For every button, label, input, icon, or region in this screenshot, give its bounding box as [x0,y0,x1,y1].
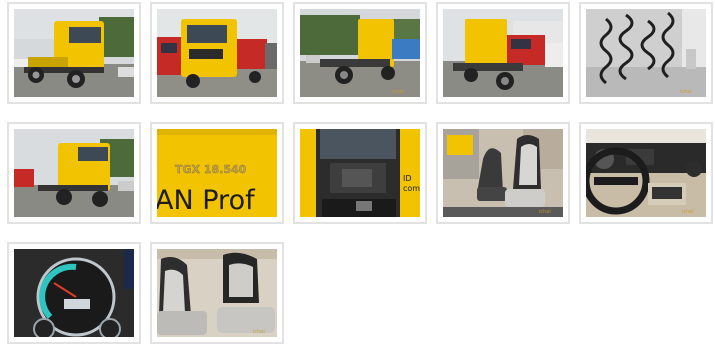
truck-front-left-photo [14,9,134,97]
photo-thumbnail-7[interactable]: TGX 18.540 AN Prof [150,122,284,224]
photo-gallery: ichal ichal TGX 18.540 AN Prof ID com ic… [7,2,715,344]
model-badge-text: TGX 18.540 [175,163,247,176]
truck-front-photo [157,9,277,97]
photo-thumbnail-2[interactable] [150,2,284,104]
truck-yard-photo [14,129,134,217]
cab-door-open-photo: ID com [300,129,420,217]
svg-text:ichal: ichal [682,209,694,215]
truck-rear-photo [443,9,563,97]
svg-text:ichal: ichal [392,89,404,95]
photo-thumbnail-12[interactable]: ichal [150,242,284,344]
svg-text:ichal: ichal [539,209,551,215]
side-lettering-photo: TGX 18.540 AN Prof [157,129,277,217]
photo-thumbnail-3[interactable]: ichal [293,2,427,104]
photo-thumbnail-4[interactable] [436,2,570,104]
photo-thumbnail-11[interactable] [7,242,141,344]
coil-hoses-photo: ichal [586,9,706,97]
photo-thumbnail-1[interactable] [7,2,141,104]
photo-thumbnail-6[interactable] [7,122,141,224]
rear-seats-photo: ichal [157,249,277,337]
photo-thumbnail-9[interactable]: ichal [436,122,570,224]
side-lettering-text: AN Prof [157,185,256,216]
photo-thumbnail-8[interactable]: ID com [293,122,427,224]
photo-thumbnail-10[interactable]: ichal [579,122,713,224]
dashboard-photo: ichal [586,129,706,217]
instrument-cluster-photo [14,249,134,337]
truck-rear-left-photo: ichal [300,9,420,97]
svg-text:ichal: ichal [253,329,265,335]
svg-text:ichal: ichal [680,89,692,95]
interior-seats-photo: ichal [443,129,563,217]
photo-thumbnail-5[interactable]: ichal [579,2,713,104]
